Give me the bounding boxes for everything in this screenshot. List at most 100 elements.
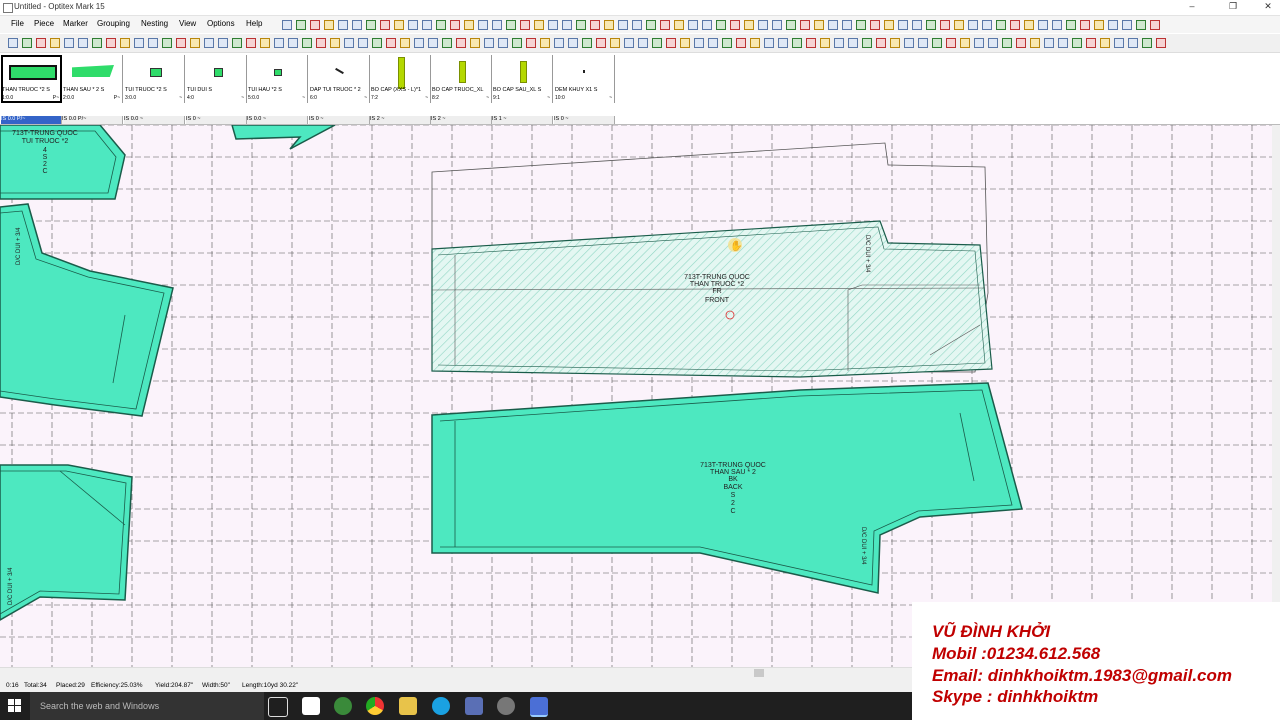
toolbar-button-icon[interactable] [428,38,438,48]
piece-thumb-tui-truoc[interactable]: TUI TRUOC *2 S 3:0.0 ~ [124,55,185,103]
toolbar-button-icon[interactable] [470,38,480,48]
toolbar-button-icon[interactable] [1030,38,1040,48]
menu-marker[interactable]: Marker [63,19,88,28]
toolbar-button-icon[interactable] [1080,20,1090,30]
piece-thumb-tui-hau[interactable]: TUI HAU *2 S 5:0.0 ~ [247,55,308,103]
menu-view[interactable]: View [179,19,196,28]
close-button[interactable]: ✕ [1256,1,1280,13]
toolbar-button-icon[interactable] [884,20,894,30]
toolbar-button-icon[interactable] [848,38,858,48]
toolbar-button-icon[interactable] [968,20,978,30]
toolbar-button-icon[interactable] [1128,38,1138,48]
toolbar-button-icon[interactable] [380,20,390,30]
toolbar-button-icon[interactable] [806,38,816,48]
toolbar-button-icon[interactable] [940,20,950,30]
toolbar-button-icon[interactable] [988,38,998,48]
toolbar-button-icon[interactable] [758,20,768,30]
toolbar-button-icon[interactable] [162,38,172,48]
toolbar-button-icon[interactable] [302,38,312,48]
toolbar-button-icon[interactable] [218,38,228,48]
toolbar-button-icon[interactable] [338,20,348,30]
toolbar-button-icon[interactable] [736,38,746,48]
toolbar-button-icon[interactable] [590,20,600,30]
toolbar-button-icon[interactable] [394,20,404,30]
toolbar-button-icon[interactable] [638,38,648,48]
toolbar-button-icon[interactable] [450,20,460,30]
toolbar-button-icon[interactable] [1150,20,1160,30]
toolbar-button-icon[interactable] [92,38,102,48]
toolbar-button-icon[interactable] [1108,20,1118,30]
marker-canvas[interactable]: 713T-TRUNG QUOC TUI TRUOC *2 4 S 2 C D/C… [0,125,1272,667]
file-explorer-icon[interactable] [399,697,417,715]
toolbar-button-icon[interactable] [408,20,418,30]
toolbar-button-icon[interactable] [1086,38,1096,48]
toolbar-button-icon[interactable] [862,38,872,48]
toolbar-button-icon[interactable] [400,38,410,48]
toolbar-button-icon[interactable] [316,38,326,48]
toolbar-button-icon[interactable] [232,38,242,48]
toolbar-button-icon[interactable] [694,38,704,48]
toolbar-button-icon[interactable] [702,20,712,30]
qty-cell[interactable]: IS 0 ~ [309,116,370,124]
toolbar-button-icon[interactable] [1010,20,1020,30]
toolbar-button-icon[interactable] [548,20,558,30]
toolbar-button-icon[interactable] [890,38,900,48]
toolbar-button-icon[interactable] [414,38,424,48]
menu-piece[interactable]: Piece [34,19,54,28]
toolbar-button-icon[interactable] [708,38,718,48]
toolbar-button-icon[interactable] [352,20,362,30]
toolbar-button-icon[interactable] [730,20,740,30]
toolbar-button-icon[interactable] [526,38,536,48]
app-green-icon[interactable] [334,697,352,715]
toolbar-button-icon[interactable] [1094,20,1104,30]
toolbar-button-icon[interactable] [288,38,298,48]
toolbar-button-icon[interactable] [904,38,914,48]
toolbar-button-icon[interactable] [1058,38,1068,48]
horizontal-scroll-thumb[interactable] [754,669,764,677]
toolbar-button-icon[interactable] [386,38,396,48]
piece-thumb-dem-khuy[interactable]: DEM KHUY X1 S 10:0 ~ [554,55,615,103]
piece-thumb-bo-cap-truoc-xl[interactable]: BO CAP TRUOC_XL 8:2 ~ [431,55,492,103]
chrome-icon[interactable] [366,697,384,715]
toolbar-button-icon[interactable] [932,38,942,48]
toolbar-button-icon[interactable] [260,38,270,48]
toolbar-button-icon[interactable] [618,20,628,30]
toolbar-button-icon[interactable] [716,20,726,30]
toolbar-button-icon[interactable] [64,38,74,48]
toolbar-button-icon[interactable] [842,20,852,30]
vertical-scrollbar[interactable] [1272,125,1280,667]
toolbar-button-icon[interactable] [498,38,508,48]
piece-thumb-tui-dui[interactable]: TUI DUI S 4:0 ~ [186,55,247,103]
toolbar-button-icon[interactable] [722,38,732,48]
toolbar-button-icon[interactable] [624,38,634,48]
toolbar-button-icon[interactable] [330,38,340,48]
toolbar-button-icon[interactable] [820,38,830,48]
toolbar-button-icon[interactable] [1122,20,1132,30]
toolbar-button-icon[interactable] [1024,20,1034,30]
menu-options[interactable]: Options [207,19,235,28]
toolbar-button-icon[interactable] [1136,20,1146,30]
toolbar-button-icon[interactable] [834,38,844,48]
toolbar-button-icon[interactable] [996,20,1006,30]
toolbar-button-icon[interactable] [744,20,754,30]
toolbar-button-icon[interactable] [876,38,886,48]
toolbar-button-icon[interactable] [582,38,592,48]
toolbar-button-icon[interactable] [870,20,880,30]
qty-cell[interactable]: IS 0.0 P/~ [1,116,62,124]
toolbar-button-icon[interactable] [926,20,936,30]
toolbar-button-icon[interactable] [78,38,88,48]
menu-grouping[interactable]: Grouping [97,19,130,28]
toolbar-button-icon[interactable] [610,38,620,48]
toolbar-button-icon[interactable] [946,38,956,48]
qty-cell[interactable]: IS 1 ~ [492,116,553,124]
menu-nesting[interactable]: Nesting [141,19,168,28]
toolbar-button-icon[interactable] [856,20,866,30]
toolbar-button-icon[interactable] [792,38,802,48]
skype-icon[interactable] [432,697,450,715]
toolbar-button-icon[interactable] [912,20,922,30]
toolbar-button-icon[interactable] [436,20,446,30]
toolbar-button-icon[interactable] [814,20,824,30]
toolbar-button-icon[interactable] [898,20,908,30]
toolbar-button-icon[interactable] [974,38,984,48]
piece-thumb-than-truoc[interactable]: THAN TRUOC *2 S 1:0.0 P~ [1,55,62,103]
